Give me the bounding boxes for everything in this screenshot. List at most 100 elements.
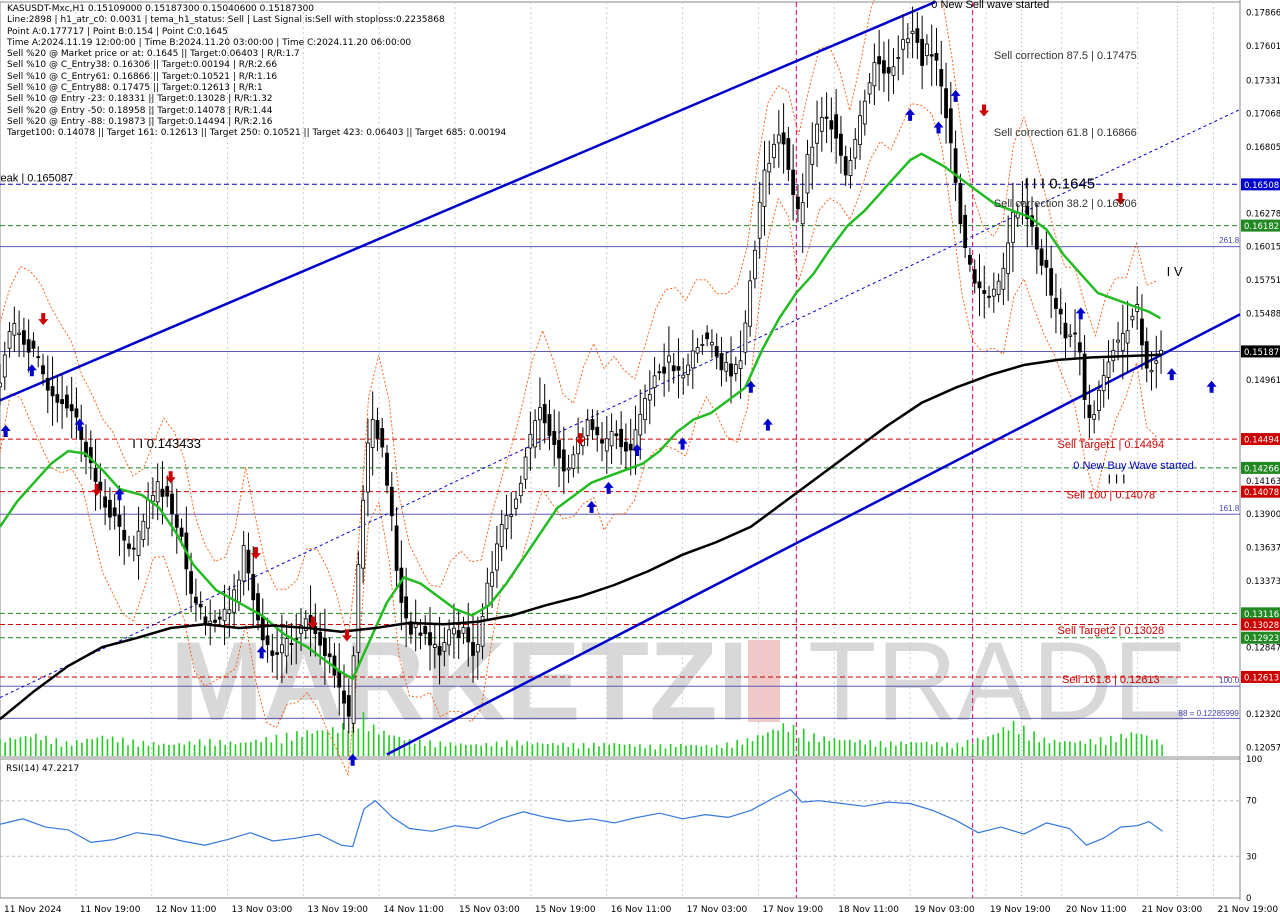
chart-annotation: 161.8	[1219, 504, 1240, 513]
candle-body	[270, 650, 275, 656]
candle-body	[624, 441, 628, 452]
chart-annotation: I I 0.143433	[132, 436, 201, 451]
candle-body	[375, 419, 380, 439]
price-tick-label: 0.17601	[1246, 42, 1280, 52]
candle-body	[356, 564, 361, 653]
candle-body	[499, 524, 504, 547]
candle-body	[318, 631, 323, 646]
candle-body	[1154, 360, 1159, 364]
candle-body	[1011, 211, 1015, 243]
candle-body	[36, 356, 41, 359]
candle-body	[227, 609, 232, 614]
candle-body	[695, 347, 700, 354]
candle-body	[475, 644, 480, 653]
candle-body	[437, 645, 442, 656]
candle-body	[772, 143, 776, 159]
candle-body	[585, 419, 590, 436]
candle-body	[1101, 375, 1106, 392]
candle-body	[17, 332, 22, 335]
candle-body	[1149, 369, 1154, 373]
candle-body	[867, 82, 872, 95]
candle-body	[93, 467, 98, 482]
candle-body	[141, 520, 146, 540]
candle-body	[1116, 339, 1120, 343]
rsi-tick-label: 70	[1246, 797, 1257, 807]
candle-body	[958, 183, 963, 225]
candle-body	[103, 496, 108, 508]
candle-body	[676, 366, 681, 371]
price-tick-label: 0.15488	[1246, 309, 1280, 319]
time-tick-label: 21 Nov 19:00	[1217, 905, 1278, 915]
candle-body	[920, 38, 925, 66]
candle-body	[55, 394, 60, 403]
candle-body	[146, 499, 151, 529]
candle-body	[370, 419, 375, 448]
price-tick-label: 0.15751	[1246, 276, 1280, 286]
candle-body	[107, 499, 112, 518]
candle-body	[757, 201, 762, 239]
candle-body	[929, 54, 934, 57]
price-tick-label: 0.16805	[1246, 143, 1280, 153]
candle-body	[1073, 332, 1077, 335]
price-tick-label: 0.16278	[1246, 209, 1280, 219]
candle-body	[112, 507, 117, 517]
chart-annotation: 0 New Buy Wave started	[1073, 460, 1194, 472]
candle-body	[418, 632, 423, 636]
candle-body	[518, 482, 523, 497]
time-tick-label: 14 Nov 11:00	[383, 905, 444, 915]
time-tick-label: 11 Nov 19:00	[80, 905, 141, 915]
candle-body	[1006, 242, 1011, 274]
candle-body	[810, 146, 815, 165]
candle-body	[690, 350, 695, 369]
candle-body	[1068, 334, 1073, 337]
candle-body	[461, 627, 466, 634]
candle-body	[69, 404, 74, 412]
candle-body	[843, 156, 848, 176]
candle-body	[179, 527, 184, 537]
candle-body	[452, 627, 456, 635]
candle-body	[127, 543, 131, 549]
chart-annotation: I I I 0.1645	[1024, 176, 1095, 193]
candle-body	[604, 438, 609, 452]
info-line: Sell %10 @ Entry -23: 0.18331 || Target:…	[7, 94, 273, 105]
candle-body	[877, 56, 882, 65]
candle-body	[155, 481, 160, 503]
candle-body	[796, 196, 800, 210]
time-tick-label: 11 Nov 2024	[4, 905, 62, 915]
candle-body	[447, 629, 452, 646]
candle-body	[977, 281, 982, 289]
info-line: Sell %10 @ C_Entry61: 0.16866 || Target:…	[7, 71, 278, 82]
price-tick-label: 0.17331	[1246, 76, 1280, 86]
candle-body	[1054, 297, 1058, 309]
candle-body	[289, 642, 294, 646]
candle-body	[117, 514, 122, 527]
time-tick-label: 17 Nov 03:00	[687, 905, 748, 915]
candle-body	[886, 67, 891, 74]
candle-body	[1097, 389, 1101, 411]
candle-body	[557, 440, 561, 459]
candle-body	[834, 114, 839, 139]
candle-body	[404, 596, 409, 619]
time-tick-label: 15 Nov 19:00	[535, 905, 596, 915]
candle-body	[996, 280, 1001, 296]
candle-body	[638, 413, 643, 436]
price-tag-label: 0.12613	[1244, 673, 1279, 683]
price-tick-label: 0.14163	[1246, 477, 1280, 487]
candle-body	[217, 616, 222, 620]
price-tag-label: 0.16182	[1244, 222, 1279, 232]
candle-body	[882, 60, 886, 74]
chart-annotation: Sell correction 87.5 | 0.17475	[994, 50, 1137, 62]
price-tag-label: 0.14494	[1244, 436, 1279, 446]
candle-body	[753, 249, 757, 280]
candle-body	[963, 214, 968, 248]
info-line: Sell %10 @ C_Entry38: 0.16306 || Target:…	[7, 60, 278, 71]
candle-body	[939, 69, 944, 87]
candle-body	[246, 549, 251, 574]
candle-body	[31, 340, 36, 349]
time-tick-label: 17 Nov 19:00	[762, 905, 823, 915]
candle-body	[748, 280, 753, 327]
candle-body	[710, 342, 714, 346]
price-tick-label: 0.13637	[1246, 543, 1280, 553]
candle-body	[514, 498, 518, 509]
time-tick-label: 12 Nov 11:00	[156, 905, 217, 915]
